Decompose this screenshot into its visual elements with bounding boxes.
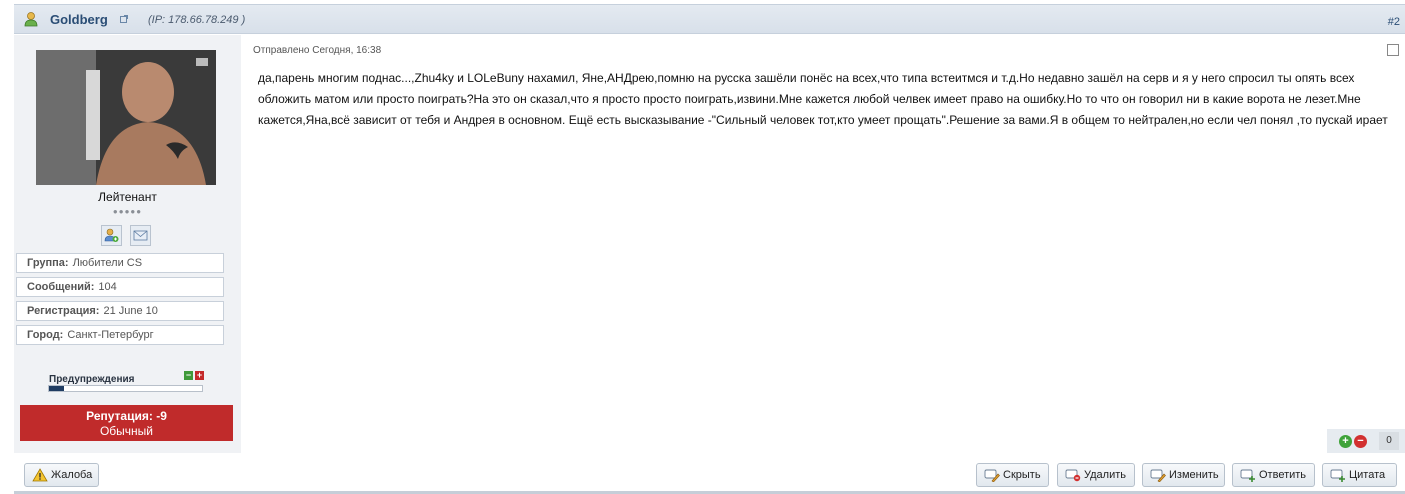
hide-button[interactable]: Скрыть (976, 463, 1049, 487)
report-button-label: Жалоба (51, 469, 93, 481)
forum-post: Goldberg (IP: 178.66.78.249 ) #2 Лейтена… (14, 0, 1405, 494)
quote-icon (1330, 469, 1345, 482)
rank-pips: ●●●●● (112, 207, 143, 216)
profile-row-label: Город: (27, 329, 64, 341)
reputation-box: Репутация: -9 Обычный (20, 405, 233, 441)
delete-button-label: Удалить (1084, 469, 1126, 481)
author-info-panel: Лейтенант ●●●●● Группа: Любители CS Сообщ… (14, 35, 241, 453)
ip-address: (IP: 178.66.78.249 ) (148, 14, 246, 26)
reply-button-label: Ответить (1259, 469, 1307, 481)
reputation-status: Обычный (99, 424, 154, 438)
warning-increase-icon[interactable]: + (195, 371, 204, 380)
profile-row-value: Санкт-Петербург (67, 329, 154, 341)
edit-button-label: Изменить (1169, 469, 1219, 481)
rate-up-icon[interactable]: + (1339, 435, 1352, 448)
profile-row-label: Сообщений: (27, 281, 95, 293)
warning-decrease-icon[interactable]: − (184, 371, 193, 380)
profile-row-value: 21 June 10 (103, 305, 158, 317)
profile-row-registration: Регистрация: 21 June 10 (16, 301, 224, 321)
post-header: Goldberg (IP: 178.66.78.249 ) #2 (14, 4, 1405, 34)
avatar-image (36, 50, 216, 185)
profile-row-label: Регистрация: (27, 305, 100, 317)
post-actions-bar: Жалоба Скрыть Удалить Изменить Ответить … (14, 453, 1405, 494)
warning-icon (32, 468, 48, 482)
send-message-button[interactable] (130, 225, 151, 246)
author-name-link[interactable]: Goldberg (50, 12, 108, 27)
rate-down-icon[interactable]: − (1354, 435, 1367, 448)
quote-button-label: Цитата (1349, 469, 1386, 481)
external-link-icon[interactable] (120, 15, 128, 23)
post-rating: + − 0 (1327, 429, 1405, 453)
user-profile-icon (104, 228, 119, 242)
warnings-bar (48, 385, 203, 392)
edit-button[interactable]: Изменить (1142, 463, 1225, 487)
profile-row-value: 104 (98, 281, 117, 293)
warnings-bar-fill (49, 386, 65, 391)
profile-row-group: Группа: Любители CS (16, 253, 224, 273)
hide-button-label: Скрыть (1003, 469, 1041, 481)
user-rank: Лейтенант (98, 190, 157, 204)
post-text: да,парень многим поднас...,Zhu4ky и LOLe… (258, 71, 1388, 127)
quote-button[interactable]: Цитата (1322, 463, 1397, 487)
post-content: Отправлено Сегодня, 16:38 да,парень мног… (241, 35, 1405, 453)
reply-icon (1240, 469, 1255, 482)
reply-button[interactable]: Ответить (1232, 463, 1315, 487)
post-date: Отправлено Сегодня, 16:38 (253, 45, 382, 56)
reputation-value: Репутация: -9 (86, 409, 167, 423)
profile-row-city: Город: Санкт-Петербург (16, 325, 224, 345)
edit-icon (1150, 469, 1166, 482)
report-button[interactable]: Жалоба (24, 463, 99, 487)
hide-icon (984, 469, 1000, 482)
envelope-icon (133, 230, 148, 241)
post-number-link[interactable]: #2 (1388, 16, 1400, 28)
profile-row-posts: Сообщений: 104 (16, 277, 224, 297)
profile-row-label: Группа: (27, 257, 69, 269)
delete-icon (1065, 469, 1081, 482)
warnings-label: Предупреждения (49, 374, 135, 385)
user-avatar (36, 50, 216, 185)
rating-count: 0 (1379, 432, 1399, 450)
select-post-checkbox[interactable] (1387, 44, 1399, 56)
view-profile-button[interactable] (101, 225, 122, 246)
user-online-icon (24, 12, 38, 27)
delete-button[interactable]: Удалить (1057, 463, 1135, 487)
profile-row-value: Любители CS (72, 257, 143, 269)
